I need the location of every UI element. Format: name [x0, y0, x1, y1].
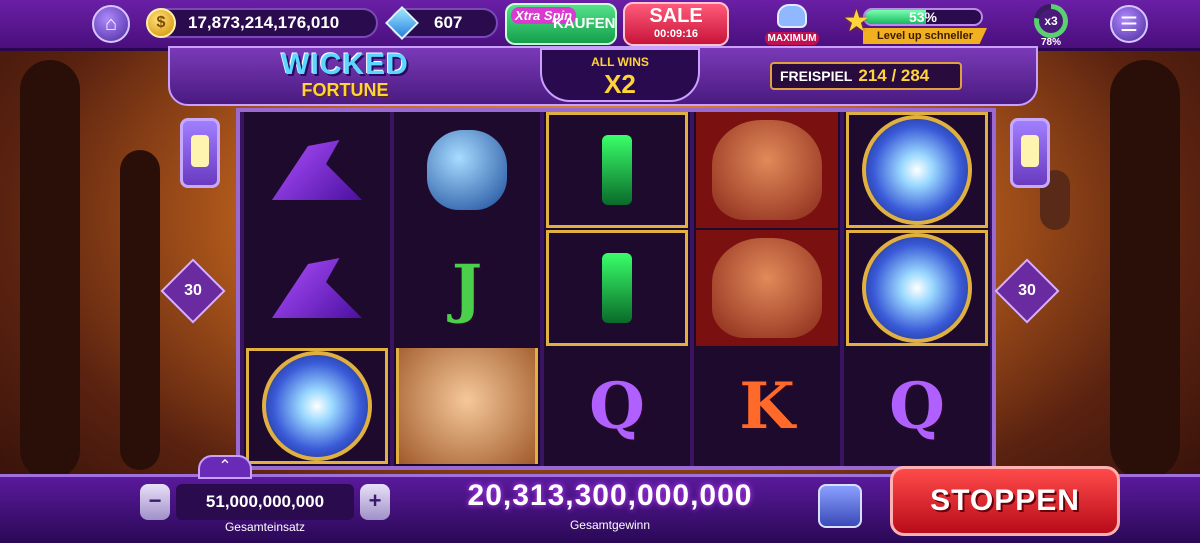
maximum-label: MAXIMUM	[764, 32, 820, 45]
owl-icon	[712, 238, 822, 338]
reel-cell	[846, 230, 988, 346]
logo-line2: FORTUNE	[301, 80, 389, 100]
multiplier-ring: x3	[1034, 4, 1068, 38]
symbol-q: Q	[889, 368, 945, 444]
crystal-orb-icon	[862, 115, 972, 225]
total-win-display: 20,313,300,000,000 Gesamtgewinn	[440, 474, 780, 536]
home-button[interactable]: ⌂	[92, 5, 130, 43]
maximum-button[interactable]: MAXIMUM	[757, 4, 827, 45]
reel-cell	[696, 230, 838, 346]
symbol-j: J	[451, 250, 483, 326]
treasure-chest-button[interactable]	[818, 484, 862, 528]
paylines-right-value: 30	[1018, 282, 1036, 299]
paylines-left-value: 30	[184, 282, 202, 299]
coin-value: 17,873,214,176,010	[188, 13, 340, 32]
witch-hat-icon	[272, 258, 362, 318]
coin-balance[interactable]: $ 17,873,214,176,010	[146, 8, 378, 38]
reel-cell: J	[396, 230, 538, 346]
crystal-orb-icon	[862, 233, 972, 343]
sale-label: SALE	[649, 5, 703, 27]
star-icon: ★	[843, 5, 870, 38]
gem-balance[interactable]: 607	[385, 6, 498, 40]
reel-cell	[396, 348, 538, 464]
home-icon: ⌂	[104, 12, 118, 35]
win-label: Gesamtgewinn	[569, 518, 651, 532]
expand-button[interactable]: ⌃	[198, 455, 252, 479]
reel-3: Q	[544, 112, 690, 466]
all-wins-value: X2	[604, 69, 636, 99]
all-wins-panel: ALL WINS X2	[540, 48, 700, 102]
reel-cell	[246, 348, 388, 464]
bet-value: 51,000,000,000	[176, 484, 354, 520]
tree-left-2	[120, 150, 160, 470]
level-progress[interactable]: 53% Level up schneller ★	[843, 5, 987, 44]
sale-button[interactable]: SALE 00:09:16	[623, 2, 729, 46]
menu-icon: ☰	[1120, 13, 1138, 36]
reel-cell	[546, 230, 688, 346]
symbol-q: Q	[589, 368, 645, 444]
symbol-k: K	[739, 368, 795, 444]
level-percent: 53%	[908, 9, 938, 25]
reel-cell	[246, 230, 388, 346]
reel-cell: Q	[546, 348, 688, 464]
reel-5: Q	[844, 112, 990, 466]
logo-line1: WICKED	[281, 48, 409, 81]
bet-label: Gesamteinsatz	[224, 520, 306, 534]
reel-4: K	[694, 112, 840, 466]
multiplier-badge[interactable]: x3 78%	[1032, 4, 1070, 48]
lantern-left-icon	[180, 118, 220, 188]
reel-1	[244, 112, 390, 466]
reel-cell	[696, 112, 838, 228]
tree-left	[20, 60, 80, 480]
crystal-orb-icon	[262, 351, 372, 461]
reel-2: J	[394, 112, 540, 466]
reel-cell	[246, 112, 388, 228]
reel-cell	[846, 112, 988, 228]
reel-cell	[396, 112, 538, 228]
green-candle-icon	[602, 253, 632, 323]
game-logo: WICKED FORTUNE	[270, 50, 420, 104]
free-spin-counter: FREISPIEL 214 / 284	[770, 62, 962, 90]
reel-cell	[546, 112, 688, 228]
bet-control: − 51,000,000,000 + Gesamteinsatz	[140, 482, 390, 534]
witch-icon	[399, 348, 535, 464]
free-spin-value: 214 / 284	[858, 66, 930, 85]
multiplier-value: x3	[1039, 9, 1063, 33]
level-banner: Level up schneller	[863, 28, 987, 44]
buy-button[interactable]: Xtra Spin KAUFEN	[505, 3, 617, 45]
owl-icon	[712, 120, 822, 220]
reel-cell: Q	[846, 348, 988, 464]
decrease-bet-button[interactable]: −	[140, 484, 170, 520]
sale-timer: 00:09:16	[653, 28, 699, 40]
free-spin-label: FREISPIEL	[780, 68, 853, 84]
tree-right	[1110, 60, 1180, 480]
increase-bet-button[interactable]: +	[360, 484, 390, 520]
witch-hat-icon	[272, 140, 362, 200]
stop-button[interactable]: STOPPEN	[890, 466, 1120, 536]
chevron-up-icon: ⌃	[218, 458, 232, 475]
all-wins-label: ALL WINS	[591, 55, 649, 69]
buy-label: KAUFEN	[553, 15, 616, 32]
cat-mascot-icon	[777, 4, 807, 28]
menu-button[interactable]: ☰	[1110, 5, 1148, 43]
coin-icon: $	[146, 8, 176, 38]
gem-value: 607	[434, 13, 463, 32]
lantern-right-icon	[1010, 118, 1050, 188]
green-candle-icon	[602, 135, 632, 205]
skull-icon	[427, 130, 507, 210]
win-value: 20,313,300,000,000	[467, 479, 753, 512]
reel-cell: K	[696, 348, 838, 464]
